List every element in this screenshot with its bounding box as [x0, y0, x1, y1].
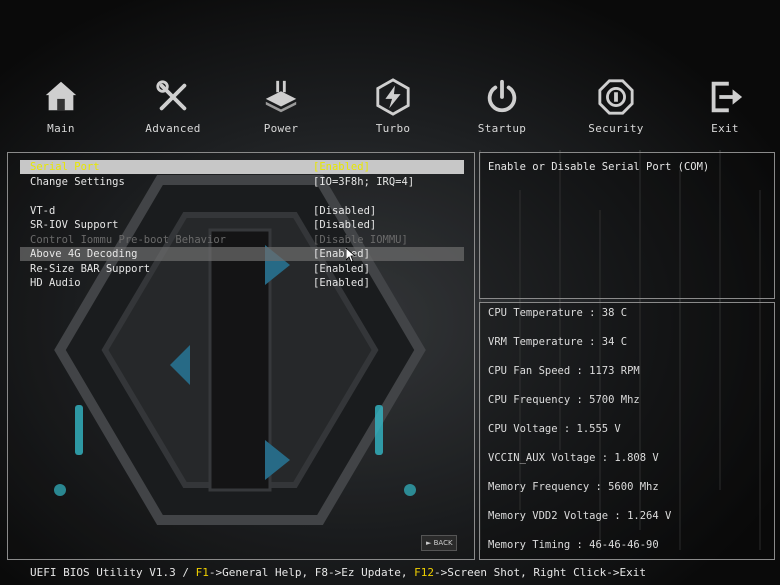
mouse-cursor-icon — [346, 248, 356, 262]
top-nav: Main Advanced Power Turbo Startup Securi… — [0, 78, 780, 140]
setting-value: [IO=3F8h; IRQ=4] — [313, 176, 415, 188]
setting-vt-d[interactable]: VT-d [Disabled] — [20, 204, 464, 218]
back-label: BACK — [433, 539, 453, 547]
nav-turbo[interactable]: Turbo — [348, 78, 438, 135]
settings-panel: Serial Port [Enabled] Change Settings [I… — [7, 152, 475, 560]
setting-value: [Enabled] — [313, 277, 370, 289]
hw-memory-frequency: Memory Frequency : 5600 Mhz — [488, 481, 659, 493]
setting-iommu-preboot: Control Iommu Pre-boot Behavior [Disable… — [20, 233, 464, 247]
setting-above-4g[interactable]: Above 4G Decoding [Enabled] — [20, 247, 464, 261]
nav-main[interactable]: Main — [16, 78, 106, 135]
setting-value: [Enabled] — [313, 248, 370, 260]
status-rest: ->Screen Shot, Right Click->Exit — [434, 566, 646, 579]
setting-value: [Enabled] — [313, 161, 370, 173]
setting-label: Control Iommu Pre-boot Behavior — [30, 234, 226, 246]
nav-label: Power — [263, 122, 299, 135]
hw-cpu-temperature: CPU Temperature : 38 C — [488, 307, 628, 319]
back-button[interactable]: ► BACK — [421, 535, 457, 551]
hw-memory-timing: Memory Timing : 46-46-46-90 — [488, 539, 659, 551]
setting-change-settings[interactable]: Change Settings [IO=3F8h; IRQ=4] — [20, 175, 464, 189]
setting-serial-port[interactable]: Serial Port [Enabled] — [20, 160, 464, 174]
nav-startup[interactable]: Startup — [457, 78, 547, 135]
nav-security[interactable]: Security — [571, 78, 661, 135]
setting-sr-iov[interactable]: SR-IOV Support [Disabled] — [20, 218, 464, 232]
hardware-monitor-panel: CPU Temperature : 38 C VRM Temperature :… — [479, 302, 775, 560]
help-panel: Enable or Disable Serial Port (COM) — [479, 152, 775, 299]
status-help: ->General Help, F8->Ez Update, — [208, 566, 415, 579]
nav-advanced[interactable]: Advanced — [128, 78, 218, 135]
setting-resize-bar[interactable]: Re-Size BAR Support [Enabled] — [20, 262, 464, 276]
home-icon — [45, 81, 77, 111]
setting-label: HD Audio — [30, 277, 81, 289]
back-arrow-icon: ► — [426, 539, 432, 547]
status-bar: UEFI BIOS Utility V1.3 / F1->General Hel… — [30, 566, 646, 579]
hw-vccin-aux-voltage: VCCIN_AUX Voltage : 1.808 V — [488, 452, 659, 464]
setting-label: Above 4G Decoding — [30, 248, 138, 260]
hw-memory-vdd2-voltage: Memory VDD2 Voltage : 1.264 V — [488, 510, 672, 522]
setting-label: VT-d — [30, 205, 56, 217]
nav-label: Turbo — [375, 122, 411, 135]
setting-value: [Enabled] — [313, 263, 370, 275]
exit-icon — [711, 81, 743, 113]
nav-label: Security — [588, 122, 644, 135]
nav-label: Startup — [477, 122, 527, 135]
setting-value: [Disabled] — [313, 205, 377, 217]
nav-label: Exit — [711, 122, 739, 135]
status-prefix: UEFI BIOS Utility V1.3 / — [30, 566, 196, 579]
lightning-icon — [376, 78, 410, 116]
hw-cpu-fan-speed: CPU Fan Speed : 1173 RPM — [488, 365, 640, 377]
setting-value: [Disable IOMMU] — [313, 234, 408, 246]
hw-cpu-frequency: CPU Frequency : 5700 Mhz — [488, 394, 640, 406]
setting-label: SR-IOV Support — [30, 219, 119, 231]
status-key-f1: F1 — [195, 566, 209, 579]
status-key-f12: F12 — [414, 566, 435, 579]
setting-label: Re-Size BAR Support — [30, 263, 151, 275]
power-chip-icon — [265, 80, 297, 113]
help-text: Enable or Disable Serial Port (COM) — [488, 161, 710, 173]
power-button-icon — [487, 79, 517, 113]
nav-power[interactable]: Power — [236, 78, 326, 135]
nav-exit[interactable]: Exit — [680, 78, 770, 135]
setting-label: Change Settings — [30, 176, 125, 188]
nav-label: Advanced — [145, 122, 201, 135]
tools-icon — [156, 80, 187, 111]
shield-icon — [598, 79, 634, 115]
nav-label: Main — [47, 122, 75, 135]
setting-hd-audio[interactable]: HD Audio [Enabled] — [20, 276, 464, 290]
setting-label: Serial Port — [30, 161, 100, 173]
hw-vrm-temperature: VRM Temperature : 34 C — [488, 336, 628, 348]
hw-cpu-voltage: CPU Voltage : 1.555 V — [488, 423, 621, 435]
setting-value: [Disabled] — [313, 219, 377, 231]
